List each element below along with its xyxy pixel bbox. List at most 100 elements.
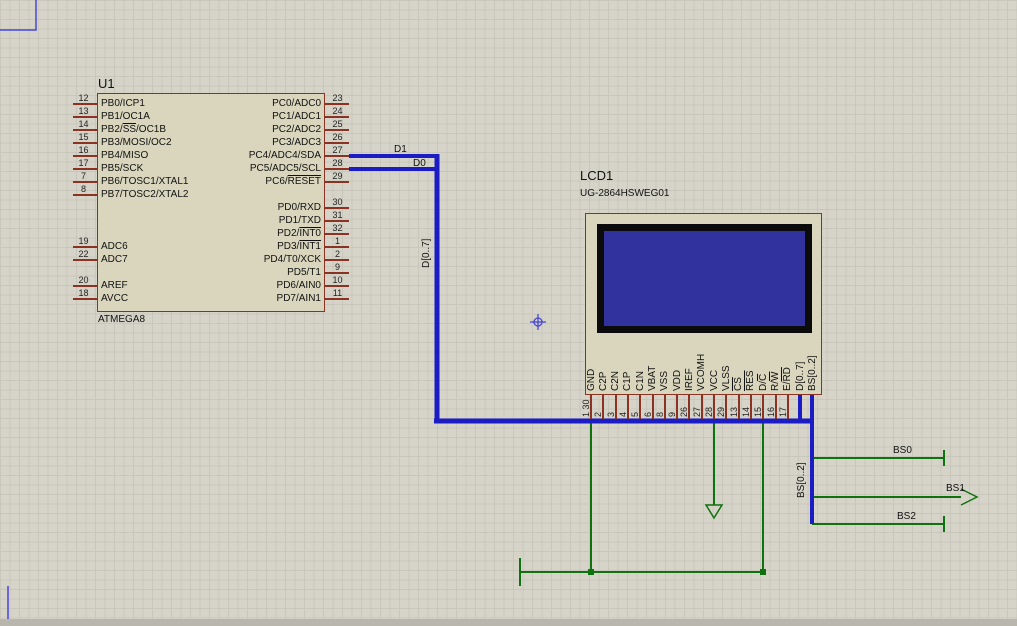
lcd-pin-name: VSS (659, 371, 670, 391)
lcd-pin-name: RES (745, 370, 756, 391)
u1-pin-number: 11 (324, 288, 351, 298)
lcd-pin-number: 28 (704, 407, 714, 417)
u1-pin-name: PD3/INT1 (190, 241, 321, 252)
net-label-d1[interactable]: D1 (394, 144, 407, 155)
u1-pin-stub[interactable] (325, 298, 349, 300)
lcd-pin-name: D[0..7] (795, 362, 806, 391)
lcd-pin-name: GND (586, 369, 597, 391)
u1-pin-name: PD5/T1 (190, 267, 321, 278)
u1-pin-number: 2 (324, 249, 351, 259)
u1-pin-number: 18 (70, 288, 97, 298)
u1-pin-number: 12 (70, 93, 97, 103)
lcd-pin-name: VBAT (647, 366, 658, 391)
u1-pin-name: PB4/MISO (101, 150, 148, 161)
u1-pin-stub[interactable] (325, 259, 349, 261)
window-bottom-edge (0, 619, 1017, 626)
lcd-pin-number: 2 (593, 412, 603, 417)
lcd-pin-number: 13 (729, 407, 739, 417)
u1-pin-stub[interactable] (73, 155, 97, 157)
u1-pin-number: 23 (324, 93, 351, 103)
lcd-pin-name: C1P (622, 372, 633, 391)
u1-pin-number: 22 (70, 249, 97, 259)
u1-pin-name: PC3/ADC3 (190, 137, 321, 148)
u1-pin-stub[interactable] (73, 194, 97, 196)
u1-pin-stub[interactable] (325, 272, 349, 274)
u1-pin-stub[interactable] (73, 259, 97, 261)
u1-pin-stub[interactable] (325, 155, 349, 157)
net-label-bs1[interactable]: BS1 (946, 483, 965, 494)
lcd-pin-number: 8 (655, 412, 665, 417)
u1-pin-stub[interactable] (325, 168, 349, 170)
net-label-bs0[interactable]: BS0 (893, 445, 912, 456)
u1-pin-stub[interactable] (325, 285, 349, 287)
lcd-pin-name: VLSS (721, 365, 732, 391)
u1-pin-number: 14 (70, 119, 97, 129)
u1-pin-stub[interactable] (325, 207, 349, 209)
net-label-d0[interactable]: D0 (413, 158, 426, 169)
lcd-pin-name: D/C (758, 374, 769, 391)
u1-pin-stub[interactable] (73, 103, 97, 105)
u1-pin-number: 31 (324, 210, 351, 220)
u1-pin-number: 20 (70, 275, 97, 285)
u1-pin-number: 17 (70, 158, 97, 168)
lcd-pin-name: VCC (709, 370, 720, 391)
u1-pin-stub[interactable] (73, 129, 97, 131)
u1-pin-name: PC5/ADC5/SCL (190, 163, 321, 174)
u1-pin-stub[interactable] (73, 298, 97, 300)
u1-pin-name: PD2/INT0 (190, 228, 321, 239)
u1-pin-number: 25 (324, 119, 351, 129)
lcd-pin-number: 15 (753, 407, 763, 417)
u1-pin-stub[interactable] (325, 142, 349, 144)
lcd-pin-name: C2P (598, 372, 609, 391)
u1-pin-number: 16 (70, 145, 97, 155)
u1-pin-number: 10 (324, 275, 351, 285)
u1-pin-number: 30 (324, 197, 351, 207)
u1-pin-name: ADC6 (101, 241, 128, 252)
u1-pin-name: PB2/SS/OC1B (101, 124, 166, 135)
ground-symbol[interactable] (706, 505, 722, 518)
u1-pin-stub[interactable] (73, 142, 97, 144)
u1-pin-name: PD0/RXD (190, 202, 321, 213)
u1-pin-name: PB3/MOSI/OC2 (101, 137, 172, 148)
lcd-pin-name: VDD (672, 370, 683, 391)
u1-pin-name: PC2/ADC2 (190, 124, 321, 135)
u1-pin-name: AREF (101, 280, 128, 291)
wires-layer (0, 0, 1017, 626)
u1-pin-stub[interactable] (73, 285, 97, 287)
u1-pin-stub[interactable] (73, 116, 97, 118)
u1-pin-stub[interactable] (325, 246, 349, 248)
u1-pin-stub[interactable] (325, 220, 349, 222)
lcd-pin-number: 3 (606, 412, 616, 417)
u1-pin-stub[interactable] (325, 103, 349, 105)
schematic-canvas[interactable]: U1 ATMEGA8 LCD1 UG-2864HSWEG01 (0, 0, 1017, 626)
u1-pin-name: ADC7 (101, 254, 128, 265)
lcd-pin-name: CS (733, 377, 744, 391)
bus-label-bs0-2[interactable]: BS[0..2] (796, 462, 807, 498)
u1-pin-name: PC0/ADC0 (190, 98, 321, 109)
u1-pin-stub[interactable] (73, 168, 97, 170)
u1-pin-stub[interactable] (325, 181, 349, 183)
lcd-pin-number: 17 (778, 407, 788, 417)
bus-label-d0-7[interactable]: D[0..7] (421, 239, 432, 268)
u1-pin-stub[interactable] (73, 246, 97, 248)
lcd-pin-number: 29 (716, 407, 726, 417)
u1-pin-name: PD4/T0/XCK (190, 254, 321, 265)
u1-pin-stub[interactable] (325, 129, 349, 131)
u1-pin-name: PB0/ICP1 (101, 98, 145, 109)
net-label-bs2[interactable]: BS2 (897, 511, 916, 522)
lcd-pin-number: 4 (618, 412, 628, 417)
u1-pin-name: PC4/ADC4/SDA (190, 150, 321, 161)
origin-marker (530, 314, 546, 330)
u1-pin-number: 27 (324, 145, 351, 155)
lcd-pin-number: 16 (766, 407, 776, 417)
junction-dot (588, 569, 594, 575)
u1-pin-number: 9 (324, 262, 351, 272)
u1-pin-name: PD7/AIN1 (190, 293, 321, 304)
u1-pin-stub[interactable] (73, 181, 97, 183)
u1-pin-stub[interactable] (325, 233, 349, 235)
u1-pin-number: 1 (324, 236, 351, 246)
u1-pin-name: AVCC (101, 293, 128, 304)
u1-pin-stub[interactable] (325, 116, 349, 118)
lcd-pin-name: VCOMH (696, 354, 707, 391)
lcd-pin-name: E/RD (782, 367, 793, 391)
